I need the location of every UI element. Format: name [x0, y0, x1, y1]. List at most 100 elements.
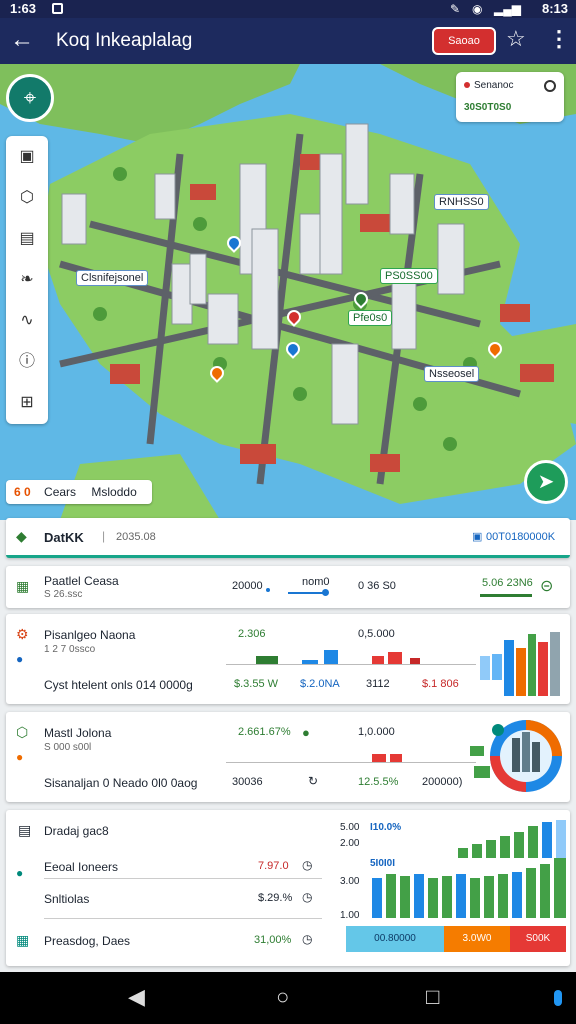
chip-text: Cears	[44, 485, 77, 499]
clock-icon[interactable]: ◷	[302, 890, 312, 904]
battery-text: 8:13	[541, 1, 568, 16]
route-icon[interactable]: ∿	[6, 300, 48, 341]
value: 3112	[366, 678, 390, 690]
card-title: Pisanlgeo Naona	[44, 628, 136, 642]
progress-line	[480, 594, 532, 597]
gear-icon: ⚙	[16, 626, 29, 642]
location-icon: ⬡	[16, 724, 29, 740]
row-label: Preasdog, Daes	[44, 934, 131, 948]
assistant-indicator	[554, 990, 562, 1006]
document-icon: ▤	[18, 822, 32, 838]
home-nav-icon[interactable]: ○	[276, 984, 289, 1010]
value: 2.306	[238, 628, 266, 640]
segment: 3.0W0	[444, 926, 510, 952]
card-subtitle: S 26.ssc	[44, 589, 83, 600]
more-vert-icon[interactable]: ⋮	[548, 26, 570, 52]
slider-handle[interactable]	[322, 589, 329, 596]
clock-icon[interactable]: ◷	[302, 932, 312, 946]
back-nav-icon[interactable]: ◀	[128, 984, 145, 1010]
link-icon: ✎	[450, 2, 461, 16]
value: 1,0.000	[358, 726, 395, 738]
map-label[interactable]: Pfe0s0	[348, 310, 393, 326]
radio-icon[interactable]	[544, 80, 556, 92]
value: 200000)	[422, 776, 463, 788]
map-legend-card[interactable]: Senanoc 30S0T0S0	[456, 72, 564, 122]
star-icon[interactable]: ☆	[506, 26, 526, 52]
check-circle-icon[interactable]: ●	[302, 725, 310, 740]
data-card[interactable]: ▦ Paatlel Ceasa S 26.ssc 20000 nom0 0 36…	[6, 566, 570, 608]
mini-bar	[372, 656, 384, 664]
city-map[interactable]: Clsnifejsonel PS0SS00 Pfe0s0 RNHSS0 Nsse…	[0, 64, 576, 520]
recents-nav-icon[interactable]: □	[426, 984, 439, 1010]
city-emblem-icon	[470, 720, 562, 792]
clock-icon[interactable]: ◷	[302, 858, 312, 872]
dot-icon: ●	[16, 750, 24, 764]
shape-icon[interactable]: ⬡	[6, 177, 48, 218]
chip-text: Msloddo	[91, 485, 137, 499]
navigate-fab[interactable]: ➤	[524, 460, 568, 504]
red-dot-icon	[464, 82, 470, 88]
legend-item: Senanoc	[474, 80, 514, 91]
mini-bar	[302, 660, 318, 664]
map-info-chip[interactable]: 6 0 Cears Msloddo	[6, 480, 152, 504]
separator	[226, 762, 476, 763]
map-canvas	[0, 64, 576, 520]
status-time: 1:63	[10, 1, 37, 16]
value: 30036	[232, 776, 263, 788]
layers-icon[interactable]: ▣	[6, 136, 48, 177]
segment: 00.80000	[346, 926, 444, 952]
status-bar: 1:63 ✎ ◉ ▂▄▆ 8:13	[0, 0, 576, 18]
system-nav-bar: ◀ ○ □	[0, 972, 576, 1024]
arrow-left-icon[interactable]: ←	[10, 26, 34, 54]
map-label[interactable]: Clsnifejsonel	[76, 270, 149, 286]
divider: |	[102, 529, 106, 543]
signal-icon: ▂▄▆	[494, 2, 521, 16]
value: 7.97.0	[258, 860, 289, 872]
map-tool-rail: ▣ ⬡ ▤ ❧ ∿ ⓘ ⊞	[6, 136, 48, 424]
row-label: Cyst htelent onls 014 0000g	[44, 678, 193, 692]
value: 5.06 23N6	[482, 577, 533, 589]
data-card[interactable]: ⚙ ● Pisanlgeo Naona 1 2 7 0ssco 2.306 0,…	[6, 614, 570, 704]
calendar-icon: ▦	[16, 932, 30, 948]
map-label[interactable]: PS0SS00	[380, 268, 438, 284]
axis-tick: 3.00	[340, 876, 360, 887]
value: $.1 806	[422, 678, 459, 690]
data-card[interactable]: ▤ Dradaj gac8 ● Eeoal Ioneers 7.97.0 ◷ S…	[6, 810, 570, 966]
chip-number: 6 0	[14, 485, 31, 499]
notification-icon	[52, 3, 63, 14]
card-subtitle: 1 2 7 0ssco	[44, 644, 96, 655]
map-icon[interactable]: ⊞	[6, 382, 48, 423]
primary-action-button[interactable]: Saoao	[432, 27, 496, 55]
summary-bar: ◆ DatKK | 2035.08 ▣ 00T0180000K	[6, 518, 570, 558]
value: 12.5.5%	[358, 776, 399, 788]
value: $.3.55 W	[234, 678, 279, 690]
separator	[44, 918, 322, 919]
value: 0,5.000	[358, 628, 395, 640]
buildings-thumbnail	[480, 632, 560, 696]
mini-bar	[410, 658, 420, 664]
map-label[interactable]: Nsseosel	[424, 366, 480, 382]
separator	[44, 878, 322, 879]
bar-chart	[368, 818, 566, 922]
value: $.2.0NA	[300, 678, 340, 690]
segment: S00K	[510, 926, 566, 952]
mini-bar	[390, 754, 402, 762]
info-icon[interactable]: ⓘ	[6, 341, 48, 382]
mini-bar	[372, 754, 386, 762]
calendar-icon[interactable]: ▤	[6, 218, 48, 259]
refresh-icon[interactable]: ↻	[308, 774, 318, 788]
mini-bar	[324, 650, 338, 664]
leaf-icon[interactable]: ❧	[6, 259, 48, 300]
diamond-icon: ◆	[16, 528, 27, 544]
separator	[226, 664, 476, 665]
row-label: Eeoal Ioneers	[44, 860, 119, 874]
compass-button[interactable]: ⌖	[6, 74, 54, 122]
square-icon: ▣	[472, 531, 483, 543]
data-card[interactable]: ⬡ ● Mastl Jolona S 000 s00l 2.661.67% ● …	[6, 712, 570, 802]
app-title: Koq Inkeaplalag	[56, 30, 193, 51]
summary-title: DatKK	[44, 530, 84, 545]
cycle-icon[interactable]: ⊝	[540, 576, 553, 596]
summary-right[interactable]: 00T0180000K	[486, 531, 555, 543]
dot-icon: ●	[16, 866, 24, 880]
map-label[interactable]: RNHSS0	[434, 194, 489, 210]
